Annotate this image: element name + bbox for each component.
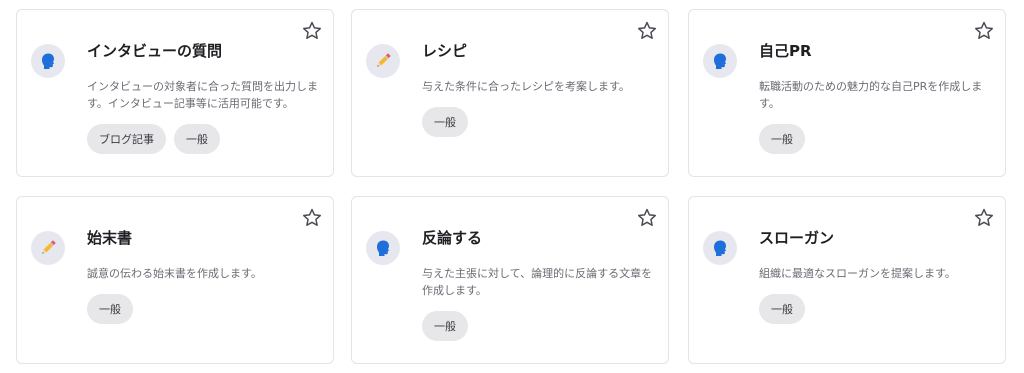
prompt-card-rebuttal[interactable]: 反論する 与えた主張に対して、論理的に反論する文章を作成します。 一般 (351, 196, 669, 364)
favorite-star-icon[interactable] (973, 20, 995, 42)
favorite-star-icon[interactable] (636, 20, 658, 42)
prompt-card-apology-letter[interactable]: 始末書 誠意の伝わる始末書を作成します。 一般 (16, 196, 334, 364)
favorite-star-icon[interactable] (301, 207, 323, 229)
prompt-card-interview[interactable]: インタビューの質問 インタビューの対象者に合った質問を出力します。インタビュー記… (16, 9, 334, 177)
card-avatar (366, 44, 400, 78)
tag-blog[interactable]: ブログ記事 (87, 124, 166, 154)
card-description: 誠意の伝わる始末書を作成します。 (87, 267, 262, 280)
favorite-star-icon[interactable] (973, 207, 995, 229)
speaking-head-icon (714, 240, 727, 256)
card-title: インタビューの質問 (87, 42, 223, 60)
card-title: 自己PR (759, 42, 812, 60)
prompt-card-slogan[interactable]: スローガン 組織に最適なスローガンを提案します。 一般 (688, 196, 1006, 364)
card-title: 始末書 (87, 229, 133, 247)
tag-general[interactable]: 一般 (87, 294, 133, 324)
prompt-card-grid: インタビューの質問 インタビューの対象者に合った質問を出力します。インタビュー記… (0, 0, 1024, 373)
card-avatar (703, 231, 737, 265)
pencil-icon (42, 240, 56, 254)
card-description: インタビューの対象者に合った質問を出力します。インタビュー記事等に活用可能です。 (87, 80, 318, 110)
tag-general[interactable]: 一般 (759, 124, 805, 154)
speaking-head-icon (377, 240, 390, 256)
card-avatar (703, 44, 737, 78)
favorite-star-icon[interactable] (301, 20, 323, 42)
card-description: 転職活動のための魅力的な自己PRを作成します。 (759, 80, 983, 110)
card-description: 組織に最適なスローガンを提案します。 (759, 267, 956, 280)
speaking-head-icon (42, 53, 55, 69)
tag-general[interactable]: 一般 (422, 311, 468, 341)
tag-general[interactable]: 一般 (422, 107, 468, 137)
favorite-star-icon[interactable] (636, 207, 658, 229)
card-title: レシピ (422, 42, 468, 60)
card-description: 与えた主張に対して、論理的に反論する文章を作成します。 (422, 267, 653, 297)
prompt-card-recipe[interactable]: レシピ 与えた条件に合ったレシピを考案します。 一般 (351, 9, 669, 177)
speaking-head-icon (714, 53, 727, 69)
card-tags: 一般 (422, 311, 468, 341)
tag-general[interactable]: 一般 (174, 124, 220, 154)
prompt-card-self-pr[interactable]: 自己PR 転職活動のための魅力的な自己PRを作成します。 一般 (688, 9, 1006, 177)
card-tags: 一般 (87, 294, 133, 324)
card-tags: 一般 (759, 124, 805, 154)
card-title: スローガン (759, 229, 835, 247)
tag-general[interactable]: 一般 (759, 294, 805, 324)
card-description: 与えた条件に合ったレシピを考案します。 (422, 80, 630, 93)
card-avatar (31, 231, 65, 265)
card-avatar (31, 44, 65, 78)
card-title: 反論する (422, 229, 483, 247)
card-tags: 一般 (422, 107, 468, 137)
card-tags: 一般 (759, 294, 805, 324)
card-avatar (366, 231, 400, 265)
pencil-icon (377, 53, 391, 67)
card-tags: ブログ記事 一般 (87, 124, 220, 154)
